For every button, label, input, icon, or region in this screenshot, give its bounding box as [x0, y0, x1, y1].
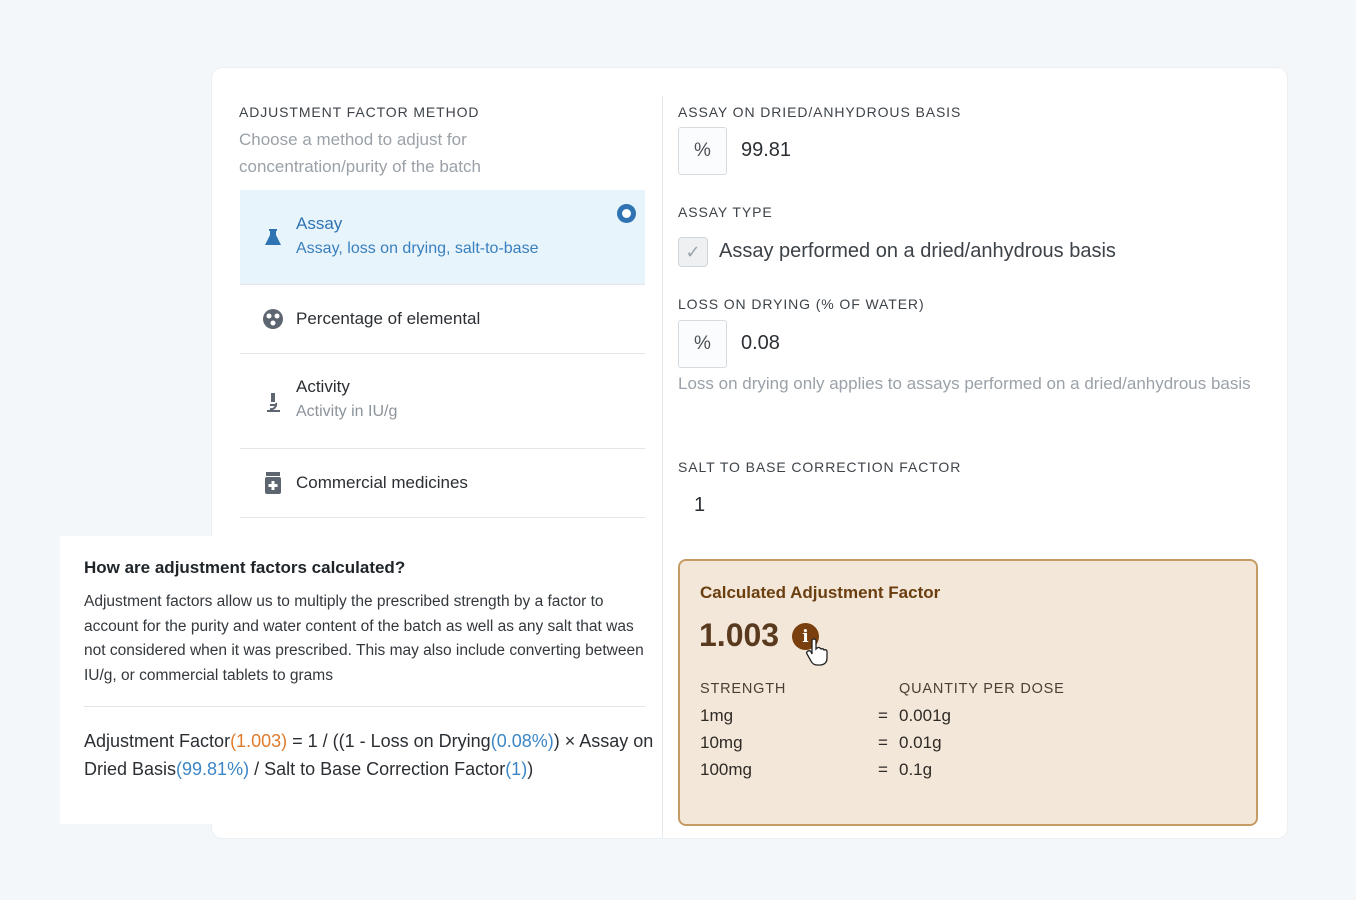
formula-text: Adjustment Factor — [84, 731, 231, 751]
loss-on-drying-hint: Loss on drying only applies to assays pe… — [678, 374, 1251, 393]
info-body: Adjustment factors allow us to multiply … — [84, 593, 644, 684]
assay-label: ASSAY ON DRIED/ANHYDROUS BASIS — [678, 104, 962, 120]
formula-text: ) — [527, 759, 534, 779]
method-hint: Choose a method to adjust for concentrat… — [239, 130, 481, 176]
method-option-elemental[interactable]: Percentage of elemental — [240, 285, 645, 354]
quantity-cell: 0.1g — [899, 760, 933, 779]
quantity-column-header: QUANTITY PER DOSE — [899, 681, 1065, 697]
equals-sign: = — [878, 733, 888, 752]
info-title: How are adjustment factors calculated? — [84, 558, 406, 577]
method-subtitle: Assay, loss on drying, salt-to-base — [296, 240, 539, 257]
formula: Adjustment Factor(1.003) = 1 / ((1 - Los… — [84, 727, 654, 783]
formula-text: = 1 / ((1 - Loss on Drying — [287, 731, 491, 751]
salt-to-base-label: SALT TO BASE CORRECTION FACTOR — [678, 459, 962, 475]
formula-value-assay: (99.81%) — [176, 759, 250, 779]
strength-column-header: STRENGTH — [700, 681, 787, 697]
method-title: Commercial medicines — [296, 473, 468, 492]
formula-value-lod: (0.08%) — [490, 731, 554, 751]
strength-cell: 100mg — [700, 760, 752, 779]
method-title: Percentage of elemental — [296, 309, 481, 328]
method-title: Activity — [296, 377, 350, 396]
assay-type-checkbox[interactable]: ✓ — [678, 237, 708, 267]
formula-value-salt: (1) — [505, 759, 528, 779]
salt-to-base-input[interactable]: 1 — [694, 494, 705, 517]
method-subtitle: Activity in IU/g — [296, 403, 398, 420]
loss-on-drying-label: LOSS ON DRYING (% OF WATER) — [678, 296, 925, 312]
formula-value-factor: (1.003) — [230, 731, 288, 751]
strength-cell: 1mg — [700, 706, 734, 725]
method-option-assay[interactable]: Assay Assay, loss on drying, salt-to-bas… — [240, 190, 645, 285]
loss-on-drying-input[interactable]: 0.08 — [741, 332, 780, 355]
assay-input[interactable]: 99.81 — [741, 139, 791, 162]
check-icon: ✓ — [685, 241, 701, 262]
column-divider — [662, 96, 663, 838]
method-option-activity[interactable]: Activity Activity in IU/g — [240, 354, 645, 449]
assay-type-checkbox-label: Assay performed on a dried/anhydrous bas… — [719, 240, 1116, 262]
assay-type-label: ASSAY TYPE — [678, 204, 773, 220]
loss-on-drying-unit: % — [678, 320, 727, 368]
method-section-label: ADJUSTMENT FACTOR METHOD — [239, 104, 480, 120]
result-value: 1.003 — [699, 617, 780, 653]
hand-cursor-icon — [806, 638, 828, 666]
method-title: Assay — [296, 214, 343, 233]
method-list: Assay Assay, loss on drying, salt-to-bas… — [240, 190, 645, 518]
equals-sign: = — [878, 760, 888, 779]
equals-sign: = — [878, 706, 888, 725]
radio-selected[interactable] — [617, 204, 636, 223]
result-title: Calculated Adjustment Factor — [700, 583, 941, 602]
microscope-icon — [262, 391, 284, 413]
flask-icon — [262, 226, 284, 248]
assay-unit: % — [678, 127, 727, 175]
method-option-commercial[interactable]: Commercial medicines — [240, 449, 645, 518]
quantity-cell: 0.001g — [899, 706, 951, 725]
molecule-icon — [262, 308, 284, 330]
info-divider — [84, 706, 645, 707]
pill-bottle-icon — [262, 472, 284, 494]
quantity-cell: 0.01g — [899, 733, 942, 752]
formula-text: / Salt to Base Correction Factor — [249, 759, 506, 779]
strength-cell: 10mg — [700, 733, 743, 752]
